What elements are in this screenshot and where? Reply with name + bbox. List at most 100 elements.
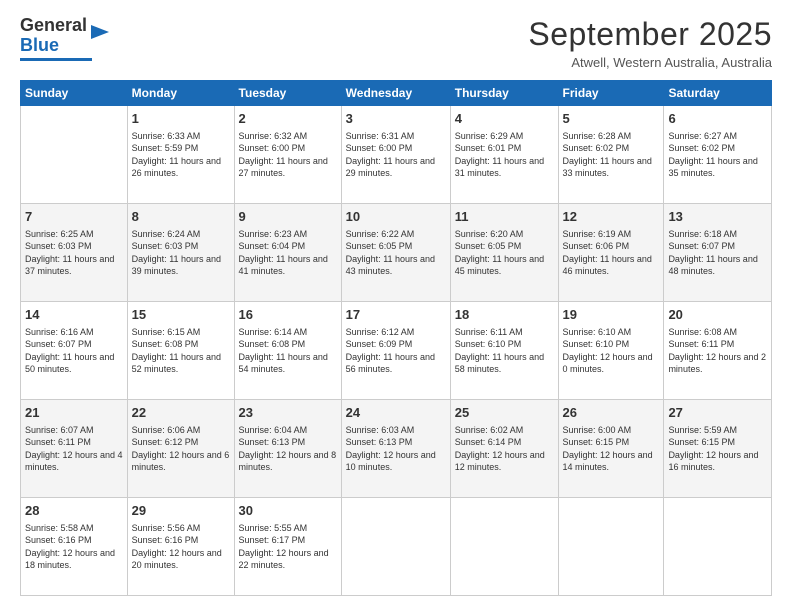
cell-day-number: 30 — [239, 502, 337, 520]
calendar-cell: 23Sunrise: 6:04 AMSunset: 6:13 PMDayligh… — [234, 400, 341, 498]
calendar-cell: 27 Sunrise: 5:59 AMSunset: 6:15 PMDayligh… — [664, 400, 772, 498]
calendar-cell — [664, 498, 772, 596]
cell-info: Sunrise: 6:18 AMSunset: 6:07 PMDaylight:… — [668, 228, 767, 278]
calendar-cell: 19 Sunrise: 6:10 AMSunset: 6:10 PMDayligh… — [558, 302, 664, 400]
cell-info: Sunrise: 6:07 AMSunset: 6:11 PMDaylight:… — [25, 424, 123, 474]
cell-info: Sunrise: 6:33 AMSunset: 5:59 PMDaylight:… — [132, 130, 230, 180]
calendar-cell: 21 Sunrise: 6:07 AMSunset: 6:11 PMDayligh… — [21, 400, 128, 498]
cell-info: Sunrise: 6:19 AMSunset: 6:06 PMDaylight:… — [563, 228, 660, 278]
calendar-cell: 15Sunrise: 6:15 AMSunset: 6:08 PMDayligh… — [127, 302, 234, 400]
weekday-header-friday: Friday — [558, 81, 664, 106]
cell-day-number: 12 — [563, 208, 660, 226]
cell-info: Sunrise: 5:59 AMSunset: 6:15 PMDaylight:… — [668, 424, 767, 474]
week-row-4: 21 Sunrise: 6:07 AMSunset: 6:11 PMDayligh… — [21, 400, 772, 498]
week-row-3: 14 Sunrise: 6:16 AMSunset: 6:07 PMDayligh… — [21, 302, 772, 400]
cell-day-number: 3 — [346, 110, 446, 128]
calendar-cell: 14 Sunrise: 6:16 AMSunset: 6:07 PMDayligh… — [21, 302, 128, 400]
cell-info: Sunrise: 5:55 AMSunset: 6:17 PMDaylight:… — [239, 522, 337, 572]
calendar-cell: 29Sunrise: 5:56 AMSunset: 6:16 PMDayligh… — [127, 498, 234, 596]
cell-day-number: 21 — [25, 404, 123, 422]
logo: General Blue — [20, 16, 111, 61]
calendar-cell: 3 Sunrise: 6:31 AMSunset: 6:00 PMDaylight… — [341, 106, 450, 204]
logo-arrow-icon — [89, 21, 111, 43]
calendar-cell: 2 Sunrise: 6:32 AMSunset: 6:00 PMDaylight… — [234, 106, 341, 204]
weekday-header-wednesday: Wednesday — [341, 81, 450, 106]
calendar-cell: 1 Sunrise: 6:33 AMSunset: 5:59 PMDaylight… — [127, 106, 234, 204]
cell-day-number: 5 — [563, 110, 660, 128]
weekday-header-saturday: Saturday — [664, 81, 772, 106]
cell-day-number: 19 — [563, 306, 660, 324]
cell-day-number: 25 — [455, 404, 554, 422]
calendar-cell: 26 Sunrise: 6:00 AMSunset: 6:15 PMDayligh… — [558, 400, 664, 498]
calendar-cell: 16Sunrise: 6:14 AMSunset: 6:08 PMDayligh… — [234, 302, 341, 400]
weekday-header-thursday: Thursday — [450, 81, 558, 106]
calendar-cell: 4 Sunrise: 6:29 AMSunset: 6:01 PMDaylight… — [450, 106, 558, 204]
week-row-2: 7 Sunrise: 6:25 AMSunset: 6:03 PMDaylight… — [21, 204, 772, 302]
calendar-cell: 11 Sunrise: 6:20 AMSunset: 6:05 PMDayligh… — [450, 204, 558, 302]
cell-info: Sunrise: 6:23 AMSunset: 6:04 PMDaylight:… — [239, 228, 337, 278]
cell-day-number: 4 — [455, 110, 554, 128]
calendar-cell: 9 Sunrise: 6:23 AMSunset: 6:04 PMDaylight… — [234, 204, 341, 302]
cell-day-number: 24 — [346, 404, 446, 422]
cell-info: Sunrise: 6:12 AMSunset: 6:09 PMDaylight:… — [346, 326, 446, 376]
cell-info: Sunrise: 6:27 AMSunset: 6:02 PMDaylight:… — [668, 130, 767, 180]
calendar-cell: 6 Sunrise: 6:27 AMSunset: 6:02 PMDaylight… — [664, 106, 772, 204]
calendar-cell: 17 Sunrise: 6:12 AMSunset: 6:09 PMDayligh… — [341, 302, 450, 400]
calendar-cell: 8Sunrise: 6:24 AMSunset: 6:03 PMDaylight… — [127, 204, 234, 302]
calendar-cell: 10Sunrise: 6:22 AMSunset: 6:05 PMDayligh… — [341, 204, 450, 302]
calendar-cell: 25 Sunrise: 6:02 AMSunset: 6:14 PMDayligh… — [450, 400, 558, 498]
cell-day-number: 15 — [132, 306, 230, 324]
cell-info: Sunrise: 6:32 AMSunset: 6:00 PMDaylight:… — [239, 130, 337, 180]
calendar-cell — [450, 498, 558, 596]
cell-day-number: 6 — [668, 110, 767, 128]
logo-general: General — [20, 15, 87, 35]
logo-text: General Blue — [20, 16, 87, 56]
cell-day-number: 28 — [25, 502, 123, 520]
cell-info: Sunrise: 6:31 AMSunset: 6:00 PMDaylight:… — [346, 130, 446, 180]
cell-info: Sunrise: 6:24 AMSunset: 6:03 PMDaylight:… — [132, 228, 230, 278]
calendar-cell: 5 Sunrise: 6:28 AMSunset: 6:02 PMDaylight… — [558, 106, 664, 204]
cell-day-number: 20 — [668, 306, 767, 324]
logo-blue: Blue — [20, 35, 59, 55]
calendar-table: SundayMondayTuesdayWednesdayThursdayFrid… — [20, 80, 772, 596]
cell-info: Sunrise: 6:00 AMSunset: 6:15 PMDaylight:… — [563, 424, 660, 474]
calendar-cell — [558, 498, 664, 596]
cell-info: Sunrise: 6:29 AMSunset: 6:01 PMDaylight:… — [455, 130, 554, 180]
cell-day-number: 7 — [25, 208, 123, 226]
cell-day-number: 2 — [239, 110, 337, 128]
cell-day-number: 17 — [346, 306, 446, 324]
weekday-header-row: SundayMondayTuesdayWednesdayThursdayFrid… — [21, 81, 772, 106]
cell-day-number: 13 — [668, 208, 767, 226]
calendar-cell: 24Sunrise: 6:03 AMSunset: 6:13 PMDayligh… — [341, 400, 450, 498]
weekday-header-sunday: Sunday — [21, 81, 128, 106]
calendar-cell: 20 Sunrise: 6:08 AMSunset: 6:11 PMDayligh… — [664, 302, 772, 400]
cell-info: Sunrise: 6:02 AMSunset: 6:14 PMDaylight:… — [455, 424, 554, 474]
cell-day-number: 14 — [25, 306, 123, 324]
cell-day-number: 11 — [455, 208, 554, 226]
weekday-header-monday: Monday — [127, 81, 234, 106]
calendar-cell — [21, 106, 128, 204]
cell-info: Sunrise: 6:16 AMSunset: 6:07 PMDaylight:… — [25, 326, 123, 376]
cell-info: Sunrise: 6:14 AMSunset: 6:08 PMDaylight:… — [239, 326, 337, 376]
cell-day-number: 1 — [132, 110, 230, 128]
week-row-1: 1 Sunrise: 6:33 AMSunset: 5:59 PMDaylight… — [21, 106, 772, 204]
cell-info: Sunrise: 5:58 AMSunset: 6:16 PMDaylight:… — [25, 522, 123, 572]
title-block: September 2025 Atwell, Western Australia… — [528, 16, 772, 70]
cell-info: Sunrise: 6:10 AMSunset: 6:10 PMDaylight:… — [563, 326, 660, 376]
calendar-cell: 13 Sunrise: 6:18 AMSunset: 6:07 PMDayligh… — [664, 204, 772, 302]
cell-info: Sunrise: 6:25 AMSunset: 6:03 PMDaylight:… — [25, 228, 123, 278]
month-title: September 2025 — [528, 16, 772, 53]
cell-day-number: 29 — [132, 502, 230, 520]
cell-day-number: 22 — [132, 404, 230, 422]
calendar-cell — [341, 498, 450, 596]
calendar-cell: 18Sunrise: 6:11 AMSunset: 6:10 PMDayligh… — [450, 302, 558, 400]
cell-info: Sunrise: 6:20 AMSunset: 6:05 PMDaylight:… — [455, 228, 554, 278]
calendar-cell: 28 Sunrise: 5:58 AMSunset: 6:16 PMDayligh… — [21, 498, 128, 596]
cell-info: Sunrise: 6:08 AMSunset: 6:11 PMDaylight:… — [668, 326, 767, 376]
calendar-cell: 7 Sunrise: 6:25 AMSunset: 6:03 PMDaylight… — [21, 204, 128, 302]
cell-day-number: 9 — [239, 208, 337, 226]
cell-day-number: 27 — [668, 404, 767, 422]
cell-info: Sunrise: 6:28 AMSunset: 6:02 PMDaylight:… — [563, 130, 660, 180]
cell-day-number: 26 — [563, 404, 660, 422]
cell-info: Sunrise: 6:11 AMSunset: 6:10 PMDaylight:… — [455, 326, 554, 376]
